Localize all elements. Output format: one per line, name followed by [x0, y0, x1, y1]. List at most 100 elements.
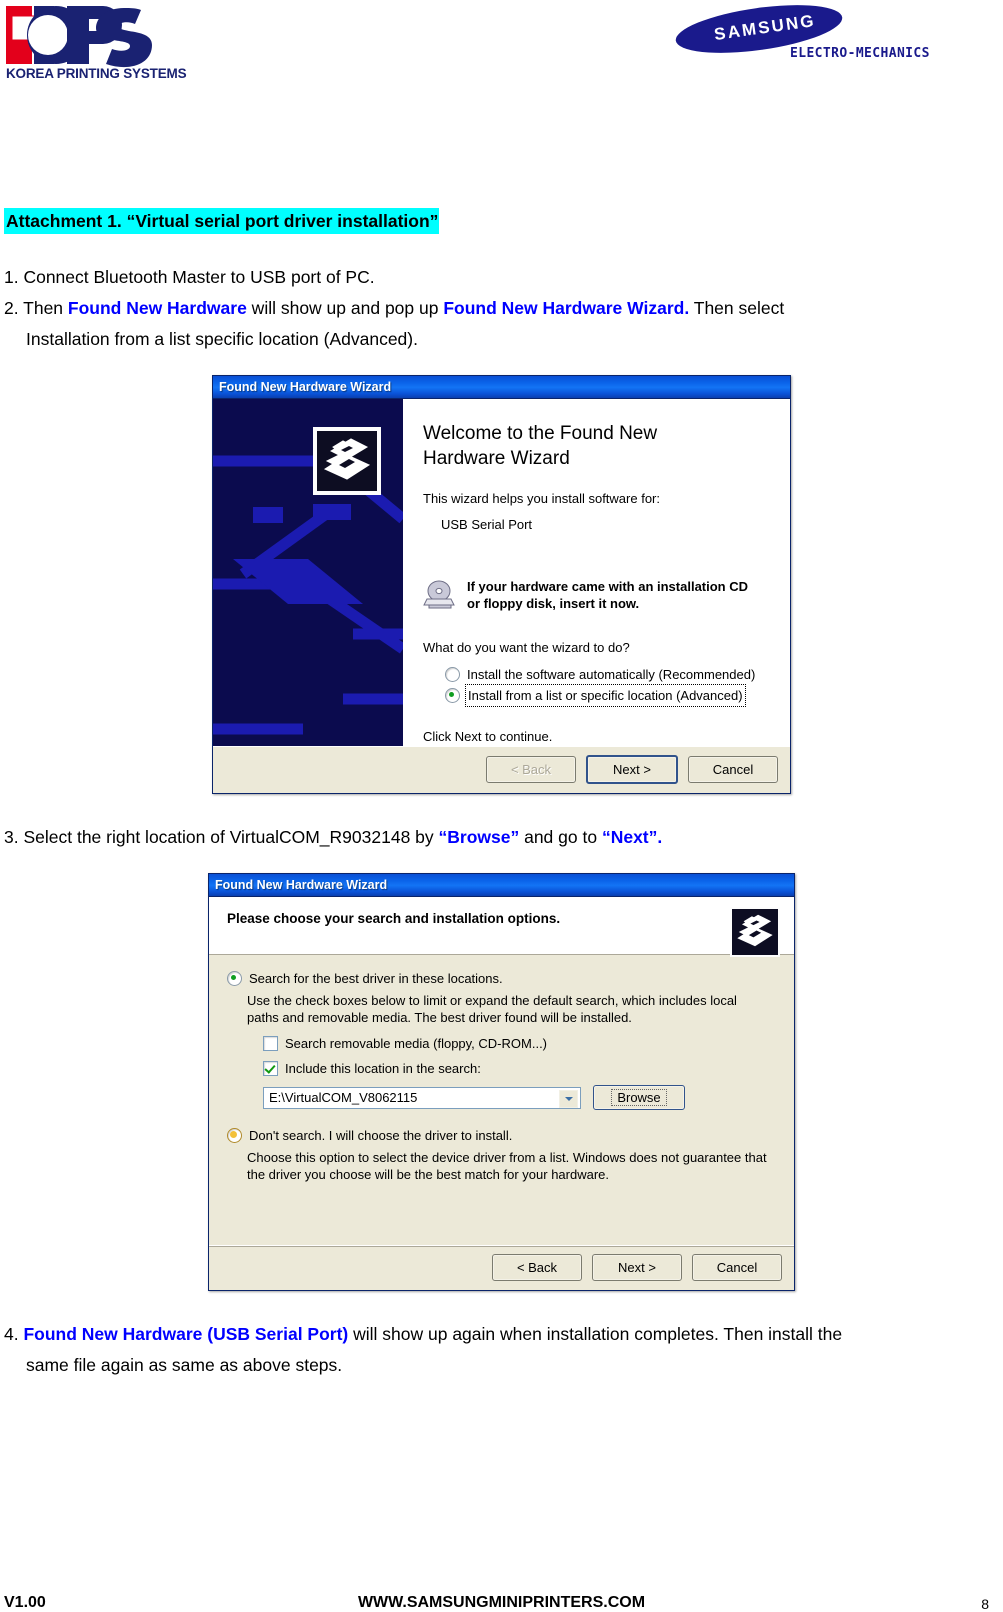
kps-logo: KOREA PRINTING SYSTEMS: [4, 2, 187, 92]
welcome-dialog-buttons: < Back Next > Cancel: [213, 746, 790, 793]
step-3-text: 3. Select the right location of VirtualC…: [4, 822, 999, 853]
options-dialog-body: Search for the best driver in these loca…: [209, 955, 794, 1245]
found-new-hardware-wizard-welcome-dialog[interactable]: Found New Hardware Wizard Welcome to the…: [212, 375, 791, 794]
page-header: KOREA PRINTING SYSTEMS SAMSUNG ELECTRO-M…: [0, 0, 1003, 100]
radio-install-from-list[interactable]: Install from a list or specific location…: [445, 684, 770, 707]
radio-dont-search[interactable]: Don't search. I will choose the driver t…: [227, 1128, 778, 1143]
welcome-next-button[interactable]: Next >: [586, 755, 678, 784]
options-dialog-header: Please choose your search and installati…: [209, 897, 794, 957]
location-path-value: E:\VirtualCOM_V8062115: [269, 1090, 418, 1105]
radio-search-indicator[interactable]: [227, 971, 242, 986]
step-4-highlight-1: Found New Hardware (USB Serial Port): [23, 1324, 349, 1344]
radio-dont-search-label[interactable]: Don't search. I will choose the driver t…: [249, 1128, 512, 1143]
dont-search-description-line1: Choose this option to select the device …: [247, 1150, 767, 1165]
welcome-dialog-titlebar: Found New Hardware Wizard: [213, 376, 790, 399]
step-3-highlight-1: “Browse”: [438, 827, 520, 847]
options-back-label: < Back: [516, 1260, 558, 1275]
wizard-banner-graphic: [213, 399, 403, 746]
welcome-back-label: < Back: [510, 762, 552, 777]
location-path-combobox[interactable]: E:\VirtualCOM_V8062115: [263, 1086, 581, 1109]
dont-search-description-line2: the driver you choose will be the best m…: [247, 1167, 610, 1182]
step-3-highlight-2: “Next”.: [601, 827, 663, 847]
step-4-text-line2: same file again as same as above steps.: [26, 1355, 343, 1375]
hand-card-icon-small: [737, 914, 773, 947]
checkbox-location-label[interactable]: Include this location in the search:: [285, 1061, 481, 1076]
cd-text-line2: or floppy disk, insert it now.: [467, 596, 640, 611]
search-description-line1: Use the check boxes below to limit or ex…: [247, 993, 737, 1008]
wizard-question-label: What do you want the wizard to do?: [423, 640, 630, 655]
radio-automatic-indicator[interactable]: [445, 667, 460, 682]
step-4-suffix: will show up again when installation com…: [348, 1324, 843, 1344]
step-2-highlight-1: Found New Hardware: [67, 298, 247, 318]
search-option-description: Use the check boxes below to limit or ex…: [247, 992, 778, 1026]
welcome-intro-text: This wizard helps you install software f…: [423, 491, 660, 506]
search-description-line2: paths and removable media. The best driv…: [247, 1010, 632, 1025]
welcome-cancel-button[interactable]: Cancel: [688, 756, 778, 783]
welcome-dialog-main: Welcome to the Found New Hardware Wizard…: [403, 399, 790, 746]
options-dialog-titlebar: Found New Hardware Wizard: [209, 874, 794, 897]
welcome-heading-line2: Hardware Wizard: [423, 448, 570, 469]
attachment-title: Attachment 1. “Virtual serial port drive…: [4, 208, 440, 234]
click-next-hint: Click Next to continue.: [423, 729, 553, 744]
radio-install-automatically[interactable]: Install the software automatically (Reco…: [445, 665, 770, 684]
installation-cd-notice: If your hardware came with an installati…: [423, 578, 770, 612]
welcome-back-button[interactable]: < Back: [486, 756, 576, 783]
found-new-hardware-wizard-options-dialog[interactable]: Found New Hardware Wizard Please choose …: [208, 873, 795, 1291]
welcome-dialog-body: Welcome to the Found New Hardware Wizard…: [213, 399, 790, 746]
radio-advanced-label[interactable]: Install from a list or specific location…: [465, 684, 746, 707]
browse-button-label: Browse: [611, 1089, 667, 1106]
checkbox-location-indicator[interactable]: [263, 1061, 278, 1076]
checkbox-removable-indicator[interactable]: [263, 1036, 278, 1051]
radio-search-label[interactable]: Search for the best driver in these loca…: [249, 971, 503, 986]
welcome-next-label: Next >: [613, 762, 651, 777]
cd-drive-icon: [423, 580, 455, 609]
options-next-button[interactable]: Next >: [592, 1254, 682, 1281]
step-2-text: 2. Then Found New Hardware will show up …: [4, 293, 999, 324]
step-1-text: 1. Connect Bluetooth Master to USB port …: [4, 267, 375, 287]
kps-logo-mark: [6, 6, 152, 68]
browse-button[interactable]: Browse: [593, 1085, 685, 1110]
step-2-text-line2: Installation from a list specific locati…: [26, 329, 418, 349]
options-next-label: Next >: [618, 1260, 656, 1275]
step-4-prefix: 4.: [4, 1324, 24, 1344]
footer-website: WWW.SAMSUNGMINIPRINTERS.COM: [357, 1594, 646, 1611]
radio-automatic-label[interactable]: Install the software automatically (Reco…: [467, 665, 755, 684]
checkbox-search-removable-media[interactable]: Search removable media (floppy, CD-ROM..…: [263, 1036, 778, 1051]
step-3-middle: and go to: [519, 827, 602, 847]
hardware-wizard-icon-small: [730, 907, 780, 957]
welcome-dialog-title: Found New Hardware Wizard: [219, 380, 392, 394]
wizard-options-group[interactable]: Install the software automatically (Reco…: [423, 665, 770, 707]
page-content: Attachment 1. “Virtual serial port drive…: [0, 100, 1003, 1381]
step-4-text: 4. Found New Hardware (USB Serial Port) …: [4, 1319, 999, 1350]
samsung-sub-wordmark: ELECTRO-MECHANICS: [790, 46, 930, 61]
installation-cd-text: If your hardware came with an installati…: [467, 578, 748, 612]
cd-text-line1: If your hardware came with an installati…: [467, 579, 749, 594]
step-2-highlight-2: Found New Hardware Wizard.: [443, 298, 690, 318]
kps-logo-caption: KOREA PRINTING SYSTEMS: [6, 66, 187, 81]
step-2-suffix: Then select: [689, 298, 785, 318]
radio-advanced-indicator[interactable]: [445, 688, 460, 703]
checkbox-include-location[interactable]: Include this location in the search:: [263, 1061, 778, 1076]
step-2-middle: will show up and pop up: [246, 298, 444, 318]
samsung-logo: SAMSUNG ELECTRO-MECHANICS: [665, 0, 965, 68]
dont-search-option-description: Choose this option to select the device …: [247, 1149, 778, 1183]
hand-card-icon: [323, 438, 371, 480]
checkbox-removable-label[interactable]: Search removable media (floppy, CD-ROM..…: [285, 1036, 547, 1051]
welcome-heading-line1: Welcome to the Found New: [423, 423, 658, 444]
welcome-device-name: USB Serial Port: [441, 517, 533, 532]
radio-dont-search-indicator[interactable]: [227, 1128, 242, 1143]
hardware-wizard-icon: [313, 427, 381, 495]
footer-page-number: 8: [981, 1596, 989, 1612]
step-2-prefix: 2. Then: [4, 298, 68, 318]
options-dialog-title: Found New Hardware Wizard: [215, 878, 388, 892]
welcome-heading: Welcome to the Found New Hardware Wizard: [423, 421, 770, 471]
welcome-cancel-label: Cancel: [712, 762, 754, 777]
options-dialog-buttons: < Back Next > Cancel: [209, 1245, 794, 1290]
options-back-button[interactable]: < Back: [492, 1254, 582, 1281]
options-cancel-label: Cancel: [716, 1260, 758, 1275]
radio-search-best-driver[interactable]: Search for the best driver in these loca…: [227, 971, 778, 986]
options-cancel-button[interactable]: Cancel: [692, 1254, 782, 1281]
options-header-title: Please choose your search and installati…: [227, 911, 561, 926]
chevron-down-icon[interactable]: [559, 1089, 578, 1108]
step-3-prefix: 3. Select the right location of VirtualC…: [4, 827, 439, 847]
